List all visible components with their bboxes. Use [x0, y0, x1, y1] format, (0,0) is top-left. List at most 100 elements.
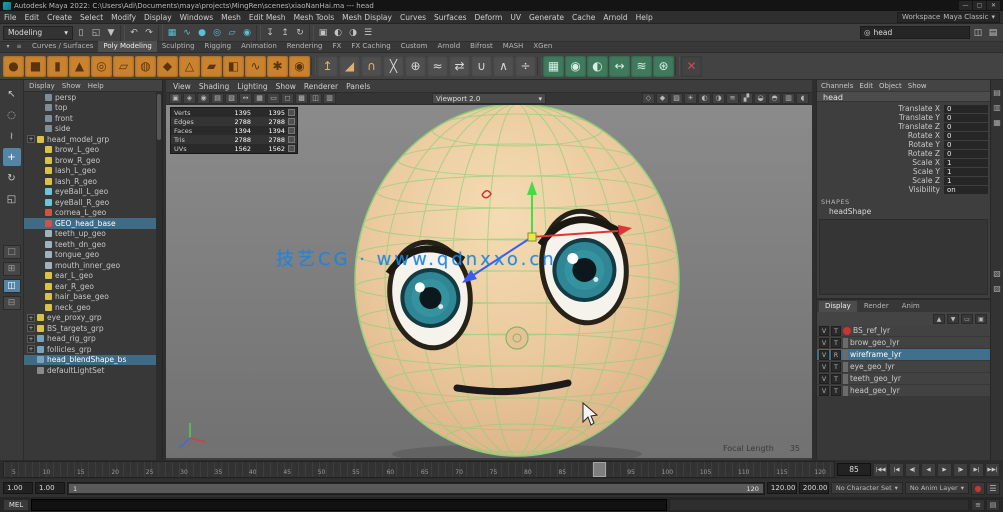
- poly-cylinder-icon[interactable]: ▮: [47, 56, 68, 77]
- outliner-item[interactable]: mouth_inner_geo: [24, 260, 156, 271]
- layer-visibility-toggle[interactable]: V: [819, 362, 829, 372]
- layer-color-swatch[interactable]: [843, 374, 848, 384]
- channel-box-menu-item[interactable]: Channels: [821, 82, 853, 90]
- outliner-item[interactable]: persp: [24, 92, 156, 103]
- outliner-item[interactable]: + head_model_grp: [24, 134, 156, 145]
- expand-icon[interactable]: [35, 209, 43, 217]
- make-live-icon[interactable]: ◉: [240, 26, 254, 40]
- snap-to-grid-icon[interactable]: ▦: [165, 26, 179, 40]
- play-backwards-button[interactable]: ◀: [921, 463, 936, 477]
- four-pane-layout-button[interactable]: ⊞: [3, 262, 21, 276]
- snap-to-projected-center-icon[interactable]: ◎: [210, 26, 224, 40]
- channel-value-field[interactable]: 0: [944, 105, 988, 113]
- brow_geo_lyr[interactable]: V T brow_geo_lyr: [817, 337, 990, 349]
- separator[interactable]: [537, 57, 542, 75]
- menu-item[interactable]: Help: [632, 11, 657, 24]
- outliner-item[interactable]: head_blendShape_bs: [24, 355, 156, 366]
- search-field[interactable]: ◎ head: [860, 26, 970, 39]
- soft-select-icon[interactable]: ◐: [587, 56, 608, 77]
- channel-value-field[interactable]: 1: [944, 168, 988, 176]
- expand-icon[interactable]: [35, 156, 43, 164]
- shadows-icon[interactable]: ◐: [698, 93, 711, 104]
- channel-label[interactable]: Translate Y: [819, 113, 944, 122]
- move-layer-up-icon[interactable]: ▲: [933, 314, 945, 324]
- menu-item[interactable]: Surfaces: [430, 11, 470, 24]
- menu-item[interactable]: Display: [140, 11, 176, 24]
- separator[interactable]: [675, 57, 680, 75]
- outliner-menu-item[interactable]: Help: [88, 82, 104, 90]
- channel-box-menu-item[interactable]: Object: [879, 82, 902, 90]
- layer-visibility-toggle[interactable]: V: [819, 374, 829, 384]
- channel-label[interactable]: Scale X: [819, 158, 944, 167]
- expand-icon[interactable]: [35, 93, 43, 101]
- separator[interactable]: [311, 57, 316, 75]
- shaded-mode-icon[interactable]: ◆: [656, 93, 669, 104]
- outliner-item[interactable]: eyeBall_R_geo: [24, 197, 156, 208]
- poly-cube-icon[interactable]: ■: [25, 56, 46, 77]
- auto-keyframe-icon[interactable]: ●: [971, 482, 985, 495]
- poly-torus-icon[interactable]: ◎: [91, 56, 112, 77]
- outliner-scrollbar[interactable]: [156, 92, 162, 460]
- menu-item[interactable]: Cache: [568, 11, 599, 24]
- outliner-item[interactable]: teeth_up_geo: [24, 229, 156, 240]
- playback-start-field[interactable]: 1.00: [35, 482, 65, 494]
- shelf-tab[interactable]: Arnold: [433, 41, 466, 52]
- expand-icon[interactable]: +: [27, 324, 35, 332]
- boolean-union-icon[interactable]: ∪: [471, 56, 492, 77]
- layer-type-toggle[interactable]: T: [831, 362, 841, 372]
- range-bar[interactable]: 1 120: [67, 482, 765, 495]
- separate-icon[interactable]: ÷: [515, 56, 536, 77]
- x-ray-icon[interactable]: ▥: [782, 93, 795, 104]
- menu-item[interactable]: Edit: [21, 11, 44, 24]
- shape-node-name[interactable]: headShape: [817, 207, 990, 216]
- poly-pyramid-icon[interactable]: △: [179, 56, 200, 77]
- poly-soccer-ball-icon[interactable]: ◉: [289, 56, 310, 77]
- expand-icon[interactable]: [35, 125, 43, 133]
- separator[interactable]: [158, 25, 163, 41]
- bridge-icon[interactable]: ∩: [361, 56, 382, 77]
- grid-toggle-icon[interactable]: ▦: [253, 93, 266, 104]
- channel-label[interactable]: Visibility: [819, 185, 944, 194]
- expand-icon[interactable]: [35, 198, 43, 206]
- maximize-button[interactable]: ▢: [973, 1, 986, 10]
- outliner-item[interactable]: + follicles_grp: [24, 344, 156, 355]
- animation-preferences-icon[interactable]: ☰: [986, 482, 1000, 495]
- animation-start-field[interactable]: 1.00: [3, 482, 33, 494]
- step-back-key-button[interactable]: ◀|: [905, 463, 920, 477]
- shelf-tab[interactable]: Rendering: [282, 41, 328, 52]
- mel-toggle-button[interactable]: MEL: [3, 499, 29, 511]
- menu-item[interactable]: Arnold: [599, 11, 631, 24]
- make-live-surface-icon[interactable]: ◉: [565, 56, 586, 77]
- lock-camera-icon[interactable]: ◈: [183, 93, 196, 104]
- two-d-pan-zoom-icon[interactable]: ↔: [239, 93, 252, 104]
- workspace-selector[interactable]: Workspace Maya Classic ▾: [897, 12, 1000, 23]
- expand-icon[interactable]: [35, 104, 43, 112]
- outliner-item[interactable]: side: [24, 124, 156, 135]
- safe-action-icon[interactable]: ▥: [323, 93, 336, 104]
- channel-value-field[interactable]: 0: [944, 114, 988, 122]
- shelf-tab[interactable]: Sculpting: [157, 41, 200, 52]
- play-forwards-button[interactable]: ▶: [937, 463, 952, 477]
- shelf-tab[interactable]: Rigging: [200, 41, 237, 52]
- paint-select-tool-icon[interactable]: ≀: [3, 127, 21, 145]
- outliner-item[interactable]: defaultLightSet: [24, 365, 156, 376]
- channel-box-menu-item[interactable]: Show: [908, 82, 927, 90]
- BS_ref_lyr[interactable]: V T BS_ref_lyr: [817, 325, 990, 337]
- outliner-item[interactable]: front: [24, 113, 156, 124]
- channel-value-field[interactable]: 0: [944, 141, 988, 149]
- persp-outliner-layout-button[interactable]: ◫: [3, 279, 21, 293]
- outliner-item[interactable]: + BS_targets_grp: [24, 323, 156, 334]
- channel-label[interactable]: Rotate X: [819, 131, 944, 140]
- persp-graph-layout-button[interactable]: ⊟: [3, 296, 21, 310]
- menu-item[interactable]: Windows: [176, 11, 217, 24]
- expand-icon[interactable]: +: [27, 314, 35, 322]
- layer-visibility-toggle[interactable]: V: [819, 386, 829, 396]
- field-chart-icon[interactable]: ◫: [309, 93, 322, 104]
- viewport-menu-item[interactable]: Lighting: [234, 82, 270, 91]
- poly-sphere-icon[interactable]: ●: [3, 56, 24, 77]
- layer-visibility-toggle[interactable]: V: [819, 326, 829, 336]
- go-to-start-button[interactable]: |◀◀: [873, 463, 888, 477]
- expand-icon[interactable]: +: [27, 345, 35, 353]
- relax-brush-icon[interactable]: ≋: [631, 56, 652, 77]
- menu-item[interactable]: Edit Mesh: [245, 11, 290, 24]
